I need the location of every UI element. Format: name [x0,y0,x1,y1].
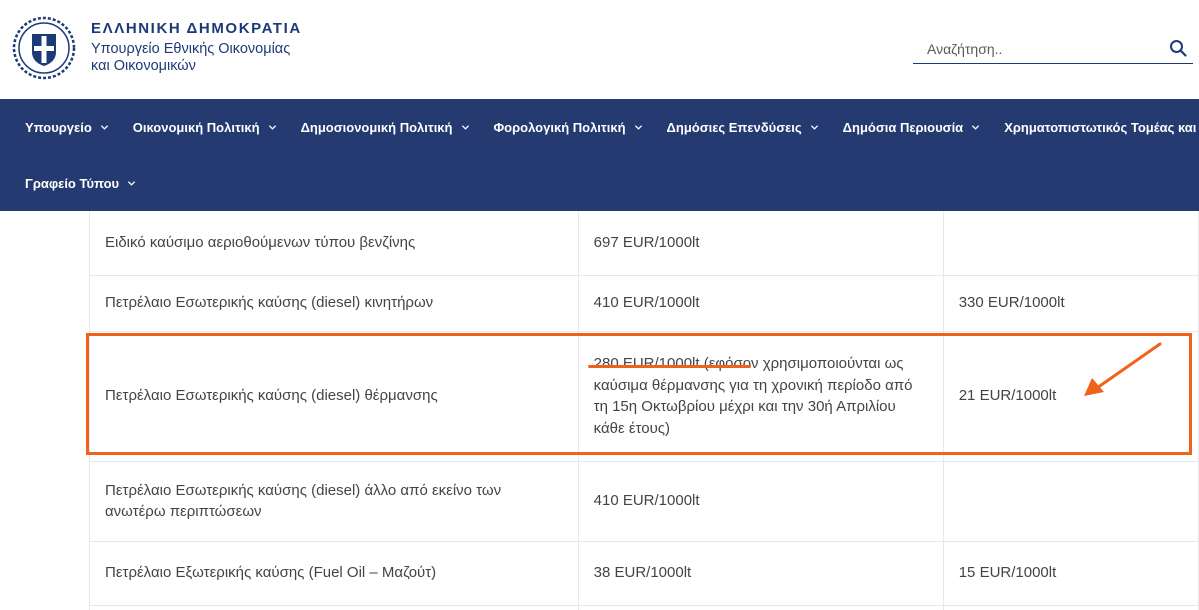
rate-cell: 410 EUR/1000lt [577,460,944,542]
table-row: Πετρέλαιο Εσωτερικής καύσης (diesel) κιν… [89,274,1199,332]
rate-cell: 697 EUR/1000lt [577,211,944,276]
search-icon[interactable] [1169,39,1187,57]
nav-item-fiscal-policy[interactable]: Δημοσιονομική Πολιτική [301,120,470,135]
table-row: Πετρέλαιο Εξωτερικής καύσης (Fuel Oil – … [89,540,1199,606]
annotation-arrow-icon [1084,342,1162,396]
product-cell: Πετρέλαιο Εσωτερικής καύσης (diesel) κιν… [89,274,579,332]
table-row [89,604,1199,610]
product-cell: Ειδικό καύσιμο αεριοθούμενων τύπου βενζί… [89,211,579,276]
nav-row-2: Γραφείο Τύπου [0,155,136,211]
chevron-down-icon [128,180,136,186]
reduced-rate-cell: 15 EUR/1000lt [942,540,1199,606]
reduced-rate-cell [942,604,1199,610]
nav-item-label: Οικονομική Πολιτική [132,119,260,135]
product-cell [89,604,579,610]
site-title[interactable]: ΕΛΛΗΝΙΚΗ ΔΗΜΟΚΡΑΤΙΑ [91,20,302,37]
chevron-down-icon [268,124,276,130]
rate-cell: 410 EUR/1000lt [577,274,944,332]
ministry-name-line1: Υπουργείο Εθνικής Οικονομίας [91,41,291,57]
product-cell: Πετρέλαιο Εσωτερικής καύσης (diesel) άλλ… [89,460,579,542]
greek-coat-of-arms-seal[interactable] [12,16,76,80]
nav-item-label: Δημόσιες Επενδύσεις [666,119,802,135]
nav-item-press-office[interactable]: Γραφείο Τύπου [25,176,136,191]
search-bar [913,36,1193,64]
annotation-highlight-box [86,333,1192,455]
table-row: Ειδικό καύσιμο αεριοθούμενων τύπου βενζί… [89,211,1199,276]
reduced-rate-cell [942,460,1199,542]
search-input[interactable] [927,38,1157,60]
nav-row-1: Υπουργείο Οικονομική Πολιτική Δημοσιονομ… [0,99,1199,155]
nav-item-tax-policy[interactable]: Φορολογική Πολιτική [494,120,643,135]
nav-item-public-property[interactable]: Δημόσια Περιουσία [843,120,981,135]
nav-item-ministry[interactable]: Υπουργείο [25,120,109,135]
annotation-underline [588,365,751,368]
nav-item-label: Δημοσιονομική Πολιτική [300,119,453,135]
nav-item-label: Δημόσια Περιουσία [842,119,964,135]
reduced-rate-cell: 330 EUR/1000lt [942,274,1199,332]
rate-cell [577,604,944,610]
nav-item-label: Γραφείο Τύπου [25,175,120,191]
nav-item-label: Υπουργείο [25,119,92,135]
nav-item-label: Φορολογική Πολιτική [493,119,626,135]
site-header: ΕΛΛΗΝΙΚΗ ΔΗΜΟΚΡΑΤΙΑ Υπουργείο Εθνικής Οι… [0,0,1199,99]
reduced-rate-cell [942,211,1199,276]
product-cell: Πετρέλαιο Εξωτερικής καύσης (Fuel Oil – … [89,540,579,606]
chevron-down-icon [810,124,818,130]
table-row: Πετρέλαιο Εσωτερικής καύσης (diesel) άλλ… [89,460,1199,542]
chevron-down-icon [972,124,980,130]
chevron-down-icon [100,124,108,130]
nav-item-economic-policy[interactable]: Οικονομική Πολιτική [133,120,277,135]
chevron-down-icon [461,124,469,130]
nav-item-financial-sector[interactable]: Χρηματοπιστωτικός Τομέας και Διαχε [1004,120,1199,135]
ministry-name[interactable]: Υπουργείο Εθνικής Οικονομίας και Οικονομ… [91,41,321,75]
chevron-down-icon [634,124,642,130]
nav-item-public-investments[interactable]: Δημόσιες Επενδύσεις [667,120,819,135]
nav-item-label: Χρηματοπιστωτικός Τομέας και Διαχε [1004,119,1199,135]
ministry-name-line2: και Οικονομικών [91,58,196,74]
rate-cell: 38 EUR/1000lt [577,540,944,606]
main-navigation: Υπουργείο Οικονομική Πολιτική Δημοσιονομ… [0,99,1199,211]
